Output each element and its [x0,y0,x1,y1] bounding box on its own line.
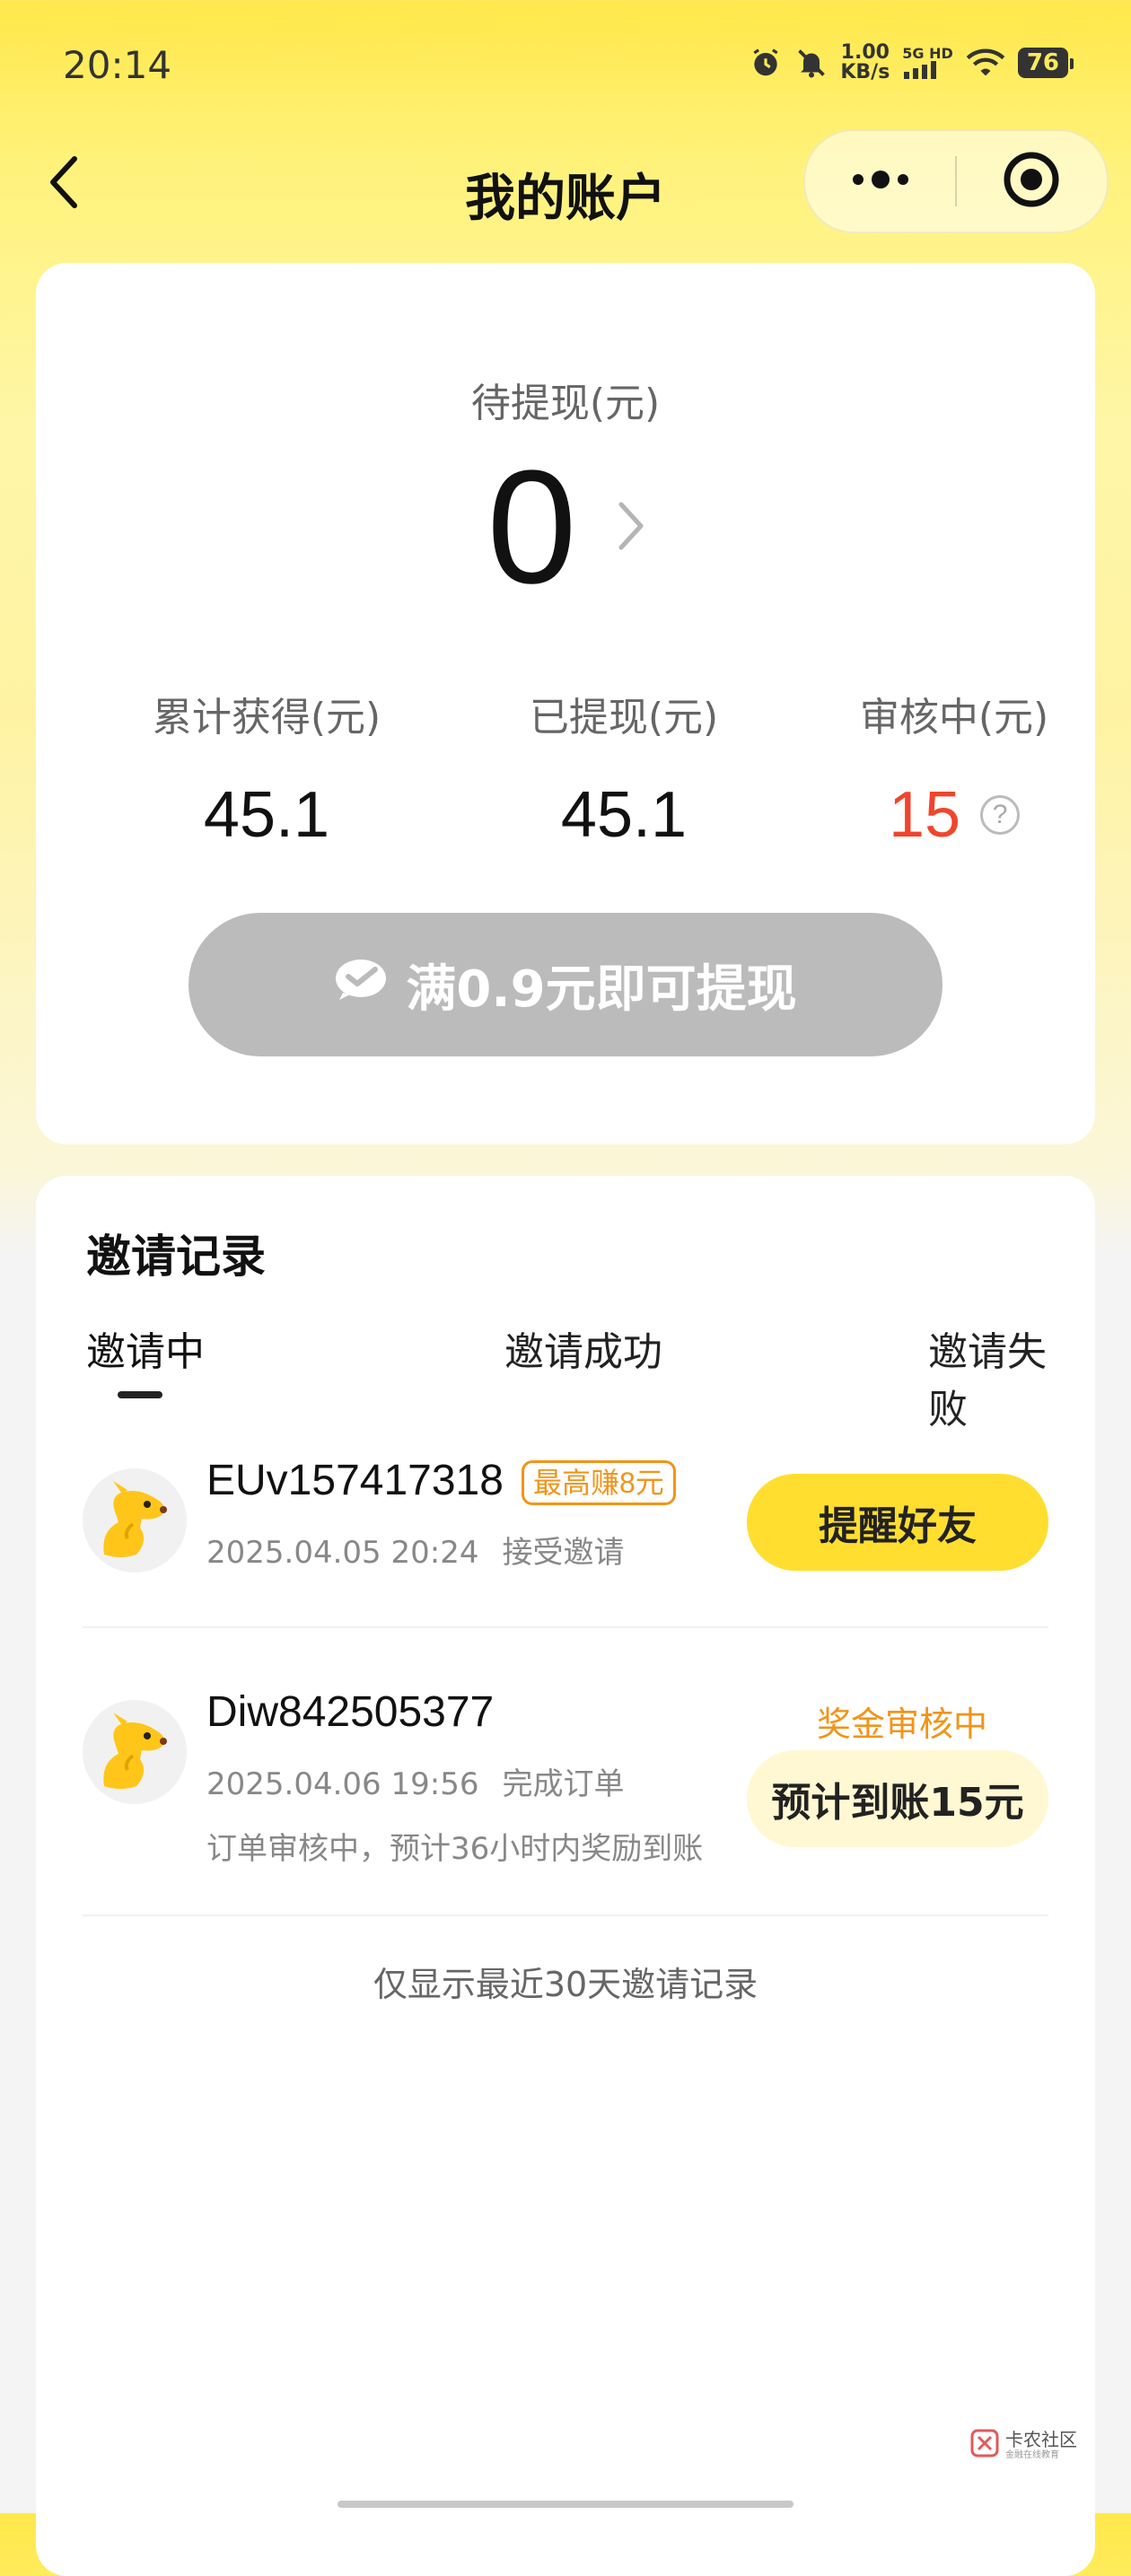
stat-label: 审核中(元) [859,695,1049,740]
tab-invite-failed[interactable]: 邀请失败 [928,1319,1056,1434]
record-status: 接受邀请 [502,1535,625,1571]
close-button[interactable] [956,131,1107,232]
stats-row: 累计获得(元) 45.1 已提现(元) 45.1 审核中(元) 15 ? [36,685,1095,864]
wifi-icon [966,47,1005,79]
chevron-right-icon [618,501,644,555]
home-indicator[interactable] [338,2501,793,2508]
stat-label: 累计获得(元) [152,695,381,740]
invite-record: EUv157417318 最高赚8元 2025.04.05 20:24 接受邀请 提… [83,1456,1048,1590]
watermark-sub: 金融在线教育 [1005,2449,1059,2460]
tab-indicator [118,1391,162,1398]
records-footer-note: 仅显示最近30天邀请记录 [373,1965,758,2004]
record-meta: 2025.04.06 19:56 完成订单 [206,1759,624,1803]
record-meta: 2025.04.05 20:24 接受邀请 [206,1528,624,1572]
stat-value-review: 15 ? [888,778,1021,852]
record-time: 2025.04.05 20:24 [206,1535,479,1571]
status-time: 20:14 [63,43,172,87]
net-speed-value: 1.00 [840,41,890,64]
tab-inviting[interactable]: 邀请中 [86,1319,205,1377]
stat-total-earned: 累计获得(元) 45.1 [105,685,428,852]
invitee-name: EUv157417318 [206,1457,504,1504]
balance-card: 待提现(元) 0 累计获得(元) 45.1 已提现(元) 45.1 审核中(元)… [36,263,1095,1144]
pending-value: 0 [487,437,577,618]
record-time: 2025.04.06 19:56 [206,1766,479,1802]
row-divider [83,1626,1048,1628]
signal-label: 5G HD [902,45,953,62]
alarm-icon [749,46,783,80]
stat-withdrawn: 已提现(元) 45.1 [462,685,785,852]
signal-icon: 5G HD [902,47,953,79]
close-target-icon [1002,150,1061,213]
reward-status: 奖金审核中 [816,1704,987,1744]
help-icon[interactable]: ? [980,795,1021,835]
watermark: 卡农社区 金融在线教育 [969,2428,1077,2462]
more-button[interactable] [805,131,956,232]
status-bar: 20:14 1.00 KB/s 5G HD 76 [0,0,1131,135]
tab-invite-success[interactable]: 邀请成功 [504,1319,662,1377]
invite-tabs: 邀请中 邀请成功 邀请失败 [86,1319,1056,1433]
pending-label: 待提现(元) [470,381,661,426]
watermark-text: 卡农社区 金融在线教育 [1005,2431,1077,2460]
invitee-name: Diw842505377 [206,1688,495,1736]
pending-row[interactable]: 0 [36,438,1095,618]
invite-card: 邀请记录 邀请中 邀请成功 邀请失败 EUv157417318 最高赚8元 202… [36,1176,1095,2576]
stat-label: 已提现(元) [529,695,719,740]
status-icons: 1.00 KB/s 5G HD 76 [749,43,1074,83]
withdraw-label: 满0.9元即可提现 [406,959,797,1019]
mute-icon [795,47,828,79]
max-earn-badge: 最高赚8元 [521,1460,676,1506]
invite-record: Diw842505377 2025.04.06 19:56 完成订单 订单审核中，… [83,1687,1048,1867]
watermark-main: 卡农社区 [1005,2428,1077,2450]
battery-icon: 76 [1017,48,1074,78]
watermark-logo-icon [969,2428,1000,2462]
wechat-pay-icon [334,956,388,1014]
expected-amount-badge: 预计到账15元 [747,1750,1048,1847]
kangaroo-avatar-icon [103,1481,167,1557]
kangaroo-avatar-icon [103,1713,167,1789]
stat-under-review: 审核中(元) 15 ? [793,685,1116,852]
avatar [83,1700,187,1804]
mini-program-capsule [803,129,1109,233]
row-divider [83,1914,1048,1916]
more-icon [849,169,912,194]
net-speed-unit: KB/s [840,61,890,83]
stat-value: 45.1 [203,779,330,851]
net-speed: 1.00 KB/s [840,43,890,83]
nav-bar: 我的账户 [0,126,1131,251]
record-name-row: EUv157417318 最高赚8元 [206,1456,676,1506]
record-status: 完成订单 [502,1766,625,1802]
avatar [83,1468,187,1573]
stat-value: 45.1 [560,779,688,851]
record-note: 订单审核中，预计36小时内奖励到账 [206,1831,704,1867]
withdraw-button[interactable]: 满0.9元即可提现 [188,913,942,1056]
invite-title: 邀请记录 [86,1231,266,1283]
review-amount: 15 [888,779,961,851]
remind-friend-button[interactable]: 提醒好友 [747,1474,1048,1571]
